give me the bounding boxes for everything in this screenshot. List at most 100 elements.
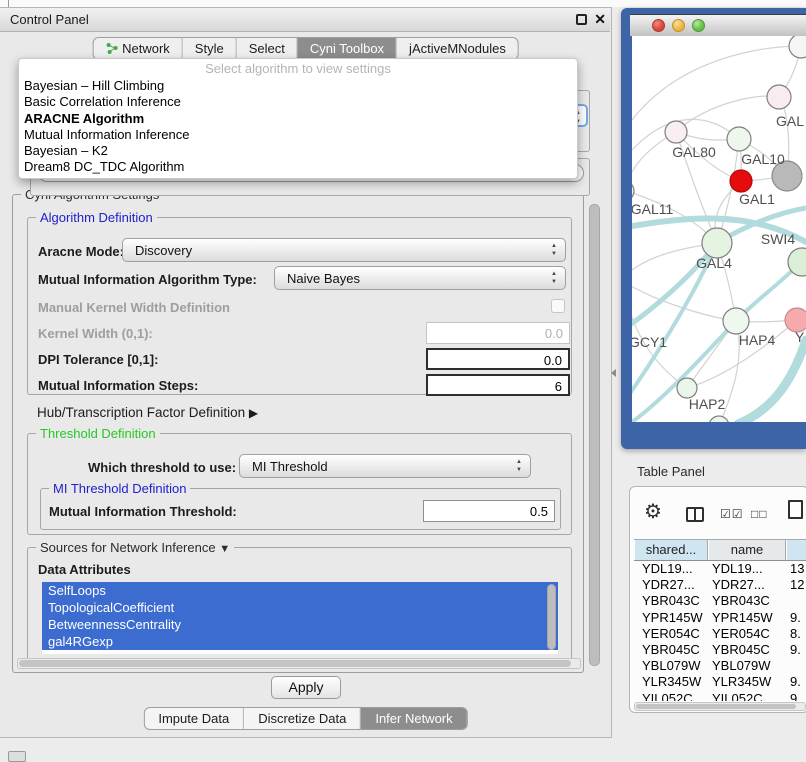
- dpi-tolerance-label: DPI Tolerance [0,1]:: [38, 352, 158, 367]
- aracne-mode-select[interactable]: Discovery ▲▼: [122, 238, 566, 262]
- mi-threshold-label: Mutual Information Threshold:: [49, 504, 237, 519]
- data-attributes-list[interactable]: SelfLoops TopologicalCoefficient Between…: [42, 582, 558, 654]
- dropdown-item[interactable]: Basic Correlation Inference: [19, 94, 577, 110]
- hub-definition-toggle[interactable]: Hub/Transcription Factor Definition ▶: [37, 405, 258, 420]
- checked-boxes-icon[interactable]: ☑☑: [720, 507, 744, 521]
- tab-network[interactable]: Network: [93, 38, 182, 59]
- splitpane-handle-icon[interactable]: [611, 369, 616, 377]
- dropdown-item[interactable]: Mutual Information Inference: [19, 127, 577, 143]
- unchecked-boxes-icon[interactable]: □□: [751, 507, 768, 521]
- mi-threshold-field[interactable]: 0.5: [423, 500, 555, 522]
- node-label: HAP2: [689, 396, 726, 412]
- table-hscrollbar[interactable]: [634, 702, 806, 711]
- node-gal11[interactable]: [632, 181, 634, 201]
- table-hscrollbar-thumb[interactable]: [636, 704, 796, 709]
- dropdown-item[interactable]: Bayesian – Hill Climbing: [19, 78, 577, 94]
- float-window-icon[interactable]: [576, 14, 587, 25]
- expand-right-icon: ▶: [249, 406, 258, 420]
- table-row[interactable]: YDL19...YDL19...13: [634, 561, 806, 577]
- node-label: GAL1: [739, 191, 775, 207]
- minimize-traffic-light[interactable]: [672, 19, 685, 32]
- tab-select[interactable]: Select: [236, 38, 297, 59]
- column-header-shared[interactable]: shared...: [634, 540, 708, 560]
- algorithm-definition-group: Algorithm Definition Aracne Mode: Discov…: [27, 217, 572, 395]
- dropdown-item-highlighted[interactable]: ARACNE Algorithm: [19, 111, 577, 127]
- sources-group: Sources for Network Inference ▼ Data Att…: [27, 547, 572, 667]
- list-item[interactable]: gal4RGexp: [42, 633, 558, 650]
- column-header-partial[interactable]: [786, 540, 806, 560]
- kernel-width-field[interactable]: 0.0: [426, 322, 570, 344]
- tab-infer-network[interactable]: Infer Network: [360, 708, 466, 729]
- node-label: GAL10: [741, 151, 785, 167]
- node-label: GCY1: [632, 334, 667, 350]
- algorithm-dropdown-popup: Select algorithm to view settings Bayesi…: [18, 58, 578, 179]
- tab-style[interactable]: Style: [182, 38, 236, 59]
- close-icon[interactable]: ✕: [594, 11, 606, 28]
- node-gal10[interactable]: [727, 127, 751, 151]
- page-icon[interactable]: [788, 500, 803, 519]
- apply-button[interactable]: Apply: [271, 676, 341, 699]
- table-row[interactable]: YER054CYER054C8.: [634, 626, 806, 642]
- collapsed-panel-icon[interactable]: [8, 751, 26, 762]
- threshold-definition-group: Threshold Definition Which threshold to …: [27, 433, 572, 535]
- network-icon: [105, 42, 118, 55]
- mi-threshold-group-title: MI Threshold Definition: [49, 481, 190, 496]
- tab-impute-data[interactable]: Impute Data: [144, 708, 243, 729]
- table-row[interactable]: YBL079WYBL079W: [634, 658, 806, 674]
- threshold-definition-title: Threshold Definition: [36, 426, 160, 441]
- node[interactable]: [767, 85, 791, 109]
- mi-algorithm-type-label: Mutual Information Algorithm Type:: [38, 272, 257, 287]
- column-header-name[interactable]: name: [708, 540, 786, 560]
- list-item[interactable]: BetweennessCentrality: [42, 616, 558, 633]
- node-hap4[interactable]: [723, 308, 749, 334]
- which-threshold-select[interactable]: MI Threshold ▲▼: [239, 454, 531, 478]
- node-gal4[interactable]: [702, 228, 732, 258]
- table-row[interactable]: YBR045CYBR045C9.: [634, 642, 806, 658]
- tab-discretize-data[interactable]: Discretize Data: [243, 708, 360, 729]
- network-view-window[interactable]: GAL GAL80 GAL10 GAL1 GAL11 GAL4 SWI4 GCY…: [621, 8, 806, 449]
- control-panel-tabs: Network Style Select Cyni Toolbox jActiv…: [92, 37, 519, 60]
- collapse-down-icon[interactable]: ▼: [219, 543, 230, 555]
- node-hap2[interactable]: [677, 378, 697, 398]
- split-columns-icon[interactable]: [686, 507, 704, 522]
- manual-kernel-width-checkbox[interactable]: [551, 299, 565, 313]
- list-item[interactable]: TopologicalCoefficient: [42, 599, 558, 616]
- table-row[interactable]: YLR345WYLR345W9.: [634, 674, 806, 690]
- tab-cyni-toolbox[interactable]: Cyni Toolbox: [297, 38, 396, 59]
- node-gal80[interactable]: [665, 121, 687, 143]
- settings-vscrollbar[interactable]: [589, 204, 600, 666]
- gear-icon[interactable]: ⚙: [644, 499, 662, 524]
- tab-label: Network: [122, 41, 170, 56]
- table-row[interactable]: YBR043CYBR043C: [634, 593, 806, 609]
- node-label: GAL: [776, 113, 804, 129]
- list-item[interactable]: SelfLoops: [42, 582, 558, 599]
- node-gal1-selected[interactable]: [730, 170, 752, 192]
- stepper-arrows-icon: ▲▼: [551, 242, 557, 258]
- control-panel: Control Panel ✕ Network Style Select Cyn…: [0, 7, 612, 738]
- table-row[interactable]: YIL052CYIL052C9.: [634, 691, 806, 702]
- dropdown-item[interactable]: Dream8 DC_TDC Algorithm: [19, 159, 577, 175]
- close-traffic-light[interactable]: [652, 19, 665, 32]
- network-window-titlebar[interactable]: [630, 14, 806, 36]
- settings-hscrollbar[interactable]: [17, 658, 581, 669]
- node[interactable]: [709, 416, 729, 422]
- mi-steps-field[interactable]: 6: [426, 374, 570, 396]
- table-body: YDL19...YDL19...13 YDR27...YDR27...12 YB…: [634, 561, 806, 701]
- node-label: GAL4: [696, 255, 732, 271]
- corner-mark: [8, 0, 9, 7]
- dpi-tolerance-field[interactable]: 0.0: [426, 348, 570, 370]
- which-threshold-label: Which threshold to use:: [88, 460, 236, 475]
- table-panel: ⚙ ☑☑ □□ shared... name YDL19...YDL19...1…: [629, 486, 806, 713]
- node[interactable]: [789, 36, 806, 58]
- zoom-traffic-light[interactable]: [692, 19, 705, 32]
- list-scrollbar[interactable]: [547, 584, 556, 650]
- table-row[interactable]: YPR145WYPR145W9.: [634, 610, 806, 626]
- tab-jactivemnodules[interactable]: jActiveMNodules: [396, 38, 518, 59]
- mi-algorithm-type-select[interactable]: Naive Bayes ▲▼: [274, 266, 566, 290]
- dropdown-item[interactable]: Bayesian – K2: [19, 143, 577, 159]
- sources-group-title: Sources for Network Inference ▼: [36, 540, 234, 555]
- data-attributes-label: Data Attributes: [38, 562, 131, 577]
- table-row[interactable]: YDR27...YDR27...12: [634, 577, 806, 593]
- settings-hscrollbar-thumb[interactable]: [19, 660, 571, 667]
- network-canvas[interactable]: GAL GAL80 GAL10 GAL1 GAL11 GAL4 SWI4 GCY…: [632, 36, 806, 422]
